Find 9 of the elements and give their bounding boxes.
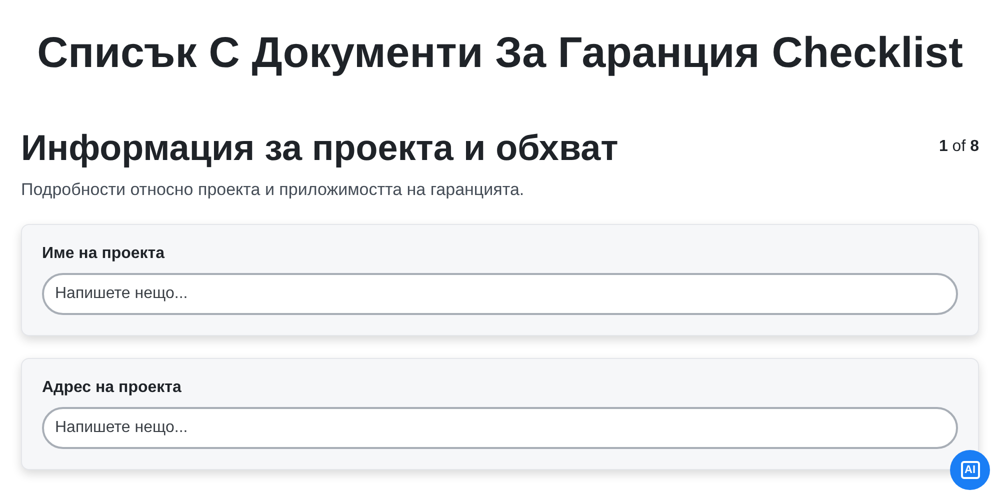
input-field[interactable]: Напишете нещо...	[42, 407, 958, 449]
field-label: Име на проекта	[42, 245, 166, 263]
field-label: Адрес на проекта	[42, 379, 182, 397]
section-heading: Информация за проекта и обхват	[21, 126, 618, 170]
section-description: Подробности относно проекта и приложимостта на гаранцията.	[21, 180, 526, 200]
page-counter: 1 of 8	[938, 138, 979, 156]
page-title: Списък С Документи За Гаранция Checklist	[36, 28, 964, 78]
ai-button[interactable]: AI	[950, 450, 990, 490]
input-field[interactable]: Напишете нещо...	[42, 273, 958, 315]
